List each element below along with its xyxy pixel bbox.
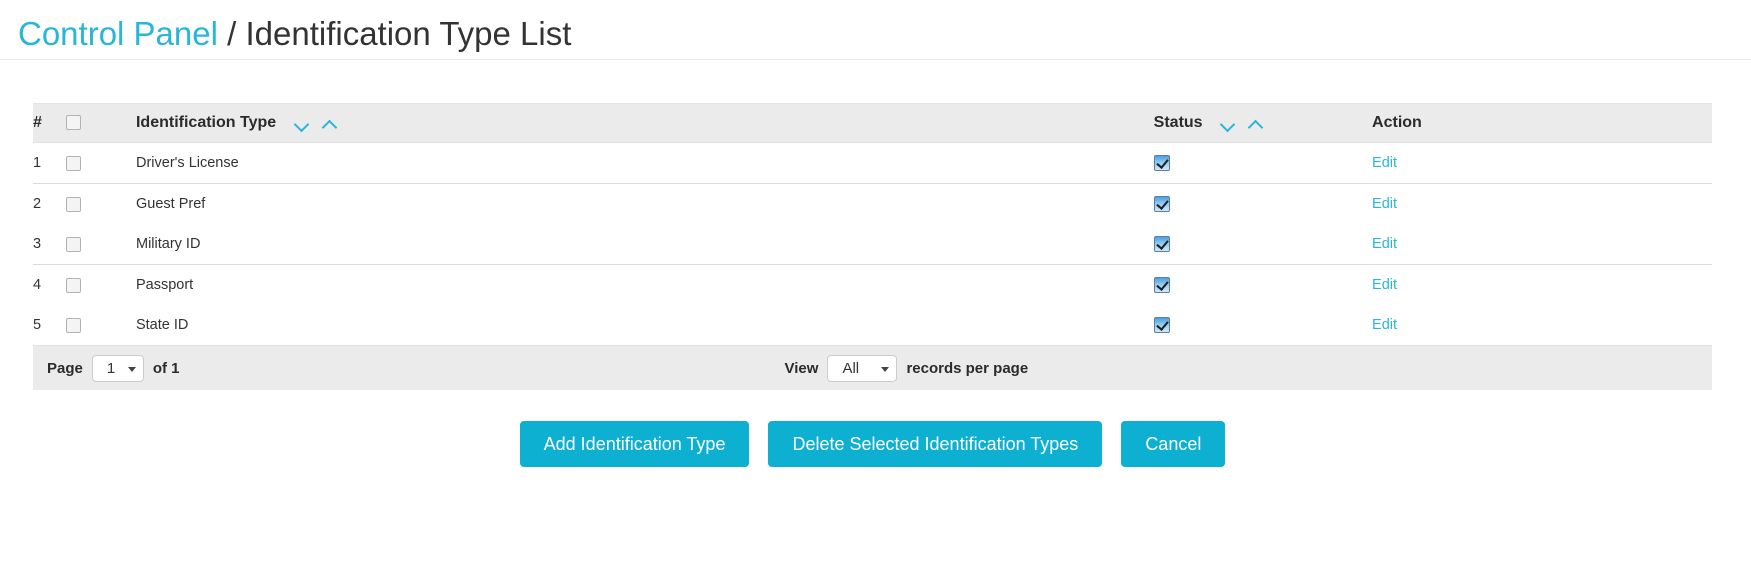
row-identification-type: Passport [135, 277, 194, 293]
table-row: 2 Guest Pref Edit [33, 184, 1712, 225]
add-identification-type-button[interactable]: Add Identification Type [519, 421, 750, 467]
edit-link[interactable]: Edit [1372, 236, 1397, 252]
chevron-up-icon[interactable] [1249, 118, 1264, 128]
page-header: Control Panel / Identification Type List [0, 0, 1751, 60]
identification-type-table: # Identification Type Status Action 1 Dr… [33, 103, 1712, 345]
row-action-cell: Edit [1372, 184, 1712, 225]
row-status-checkbox[interactable] [1153, 196, 1170, 213]
records-per-page-group: View All records per page [784, 354, 1029, 382]
row-identification-type: State ID [135, 317, 189, 333]
row-status-checkbox[interactable] [1153, 317, 1170, 334]
row-status-cell [1153, 184, 1372, 225]
table-header-row: # Identification Type Status Action [33, 103, 1712, 143]
row-select-checkbox[interactable] [65, 196, 81, 212]
chevron-up-icon[interactable] [323, 118, 338, 128]
records-per-page-label: records per page [906, 359, 1029, 377]
row-number: 3 [33, 224, 66, 265]
edit-link[interactable]: Edit [1372, 277, 1397, 293]
table-row: 5 State ID Edit [33, 305, 1712, 345]
chevron-down-icon [881, 366, 890, 372]
page-title: Control Panel / Identification Type List [18, 14, 1751, 54]
column-header-identification-type-label: Identification Type [135, 114, 277, 131]
row-select-checkbox[interactable] [65, 277, 81, 293]
row-number: 1 [33, 142, 66, 184]
row-action-cell: Edit [1372, 265, 1712, 306]
delete-selected-identification-types-button[interactable]: Delete Selected Identification Types [768, 421, 1103, 467]
table-row: 4 Passport Edit [33, 265, 1712, 306]
row-select-cell [65, 184, 136, 225]
table-head: # Identification Type Status Action [33, 103, 1712, 143]
page-total-label: of 1 [152, 359, 180, 377]
row-select-cell [65, 224, 136, 265]
edit-link[interactable]: Edit [1372, 196, 1397, 212]
row-status-cell [1153, 305, 1372, 345]
chevron-down-icon [127, 366, 136, 372]
column-header-identification-type: Identification Type [135, 103, 1154, 143]
breadcrumb-separator-slash: / [227, 15, 237, 52]
chevron-down-icon[interactable] [295, 118, 310, 128]
row-status-cell [1153, 224, 1373, 265]
records-per-page-select[interactable]: All [827, 354, 898, 382]
form-action-bar: Add Identification Type Delete Selected … [33, 421, 1712, 467]
records-per-page-value: All [842, 359, 860, 377]
column-header-status-label: Status [1153, 114, 1203, 131]
row-select-cell [65, 265, 136, 306]
row-select-cell [65, 142, 136, 184]
row-action-cell: Edit [1372, 305, 1712, 345]
row-select-checkbox[interactable] [65, 236, 81, 252]
identification-type-sorters [295, 118, 338, 128]
row-select-checkbox[interactable] [65, 155, 81, 171]
edit-link[interactable]: Edit [1372, 317, 1397, 333]
table-row: 1 Driver's License Edit [33, 142, 1712, 184]
chevron-down-icon[interactable] [1221, 118, 1236, 128]
page-label: Page [47, 359, 83, 377]
row-identification-type: Driver's License [135, 142, 1154, 184]
status-sorters [1221, 118, 1264, 128]
table-pagination-bar: Page 1 of 1 View All records per page [33, 345, 1712, 390]
row-number: 2 [33, 196, 42, 212]
column-header-select-all [65, 103, 136, 143]
breadcrumb-separator [218, 15, 227, 52]
row-number: 4 [33, 277, 42, 293]
breadcrumb-link-control-panel[interactable]: Control Panel [18, 15, 218, 52]
identification-type-table-container: # Identification Type Status Action 1 Dr… [33, 103, 1712, 467]
table-body: 1 Driver's License Edit 2 Guest Pref Edi… [33, 142, 1712, 346]
row-action-cell: Edit [1372, 142, 1712, 184]
table-row: 3 Military ID Edit [33, 224, 1712, 265]
row-number: 5 [33, 317, 42, 333]
cancel-button[interactable]: Cancel [1121, 421, 1226, 467]
column-header-action: Action [1372, 103, 1712, 143]
row-select-cell [65, 305, 136, 345]
row-status-checkbox[interactable] [1153, 277, 1170, 294]
edit-link[interactable]: Edit [1372, 155, 1397, 171]
page-number-select[interactable]: 1 [91, 354, 144, 382]
row-status-cell [1153, 265, 1372, 306]
row-status-checkbox[interactable] [1153, 236, 1170, 253]
row-identification-type: Guest Pref [135, 196, 206, 212]
column-header-status: Status [1153, 103, 1373, 143]
row-identification-type: Military ID [135, 224, 1154, 265]
page-selector-group: Page 1 of 1 [33, 354, 180, 382]
column-header-number: # [33, 103, 66, 143]
row-status-checkbox[interactable] [1153, 155, 1170, 172]
row-select-checkbox[interactable] [65, 317, 81, 333]
row-status-cell [1153, 142, 1373, 184]
view-label: View [784, 359, 819, 377]
select-all-checkbox[interactable] [65, 115, 81, 131]
breadcrumb-current-label: Identification Type List [245, 15, 572, 52]
row-action-cell: Edit [1372, 224, 1712, 265]
